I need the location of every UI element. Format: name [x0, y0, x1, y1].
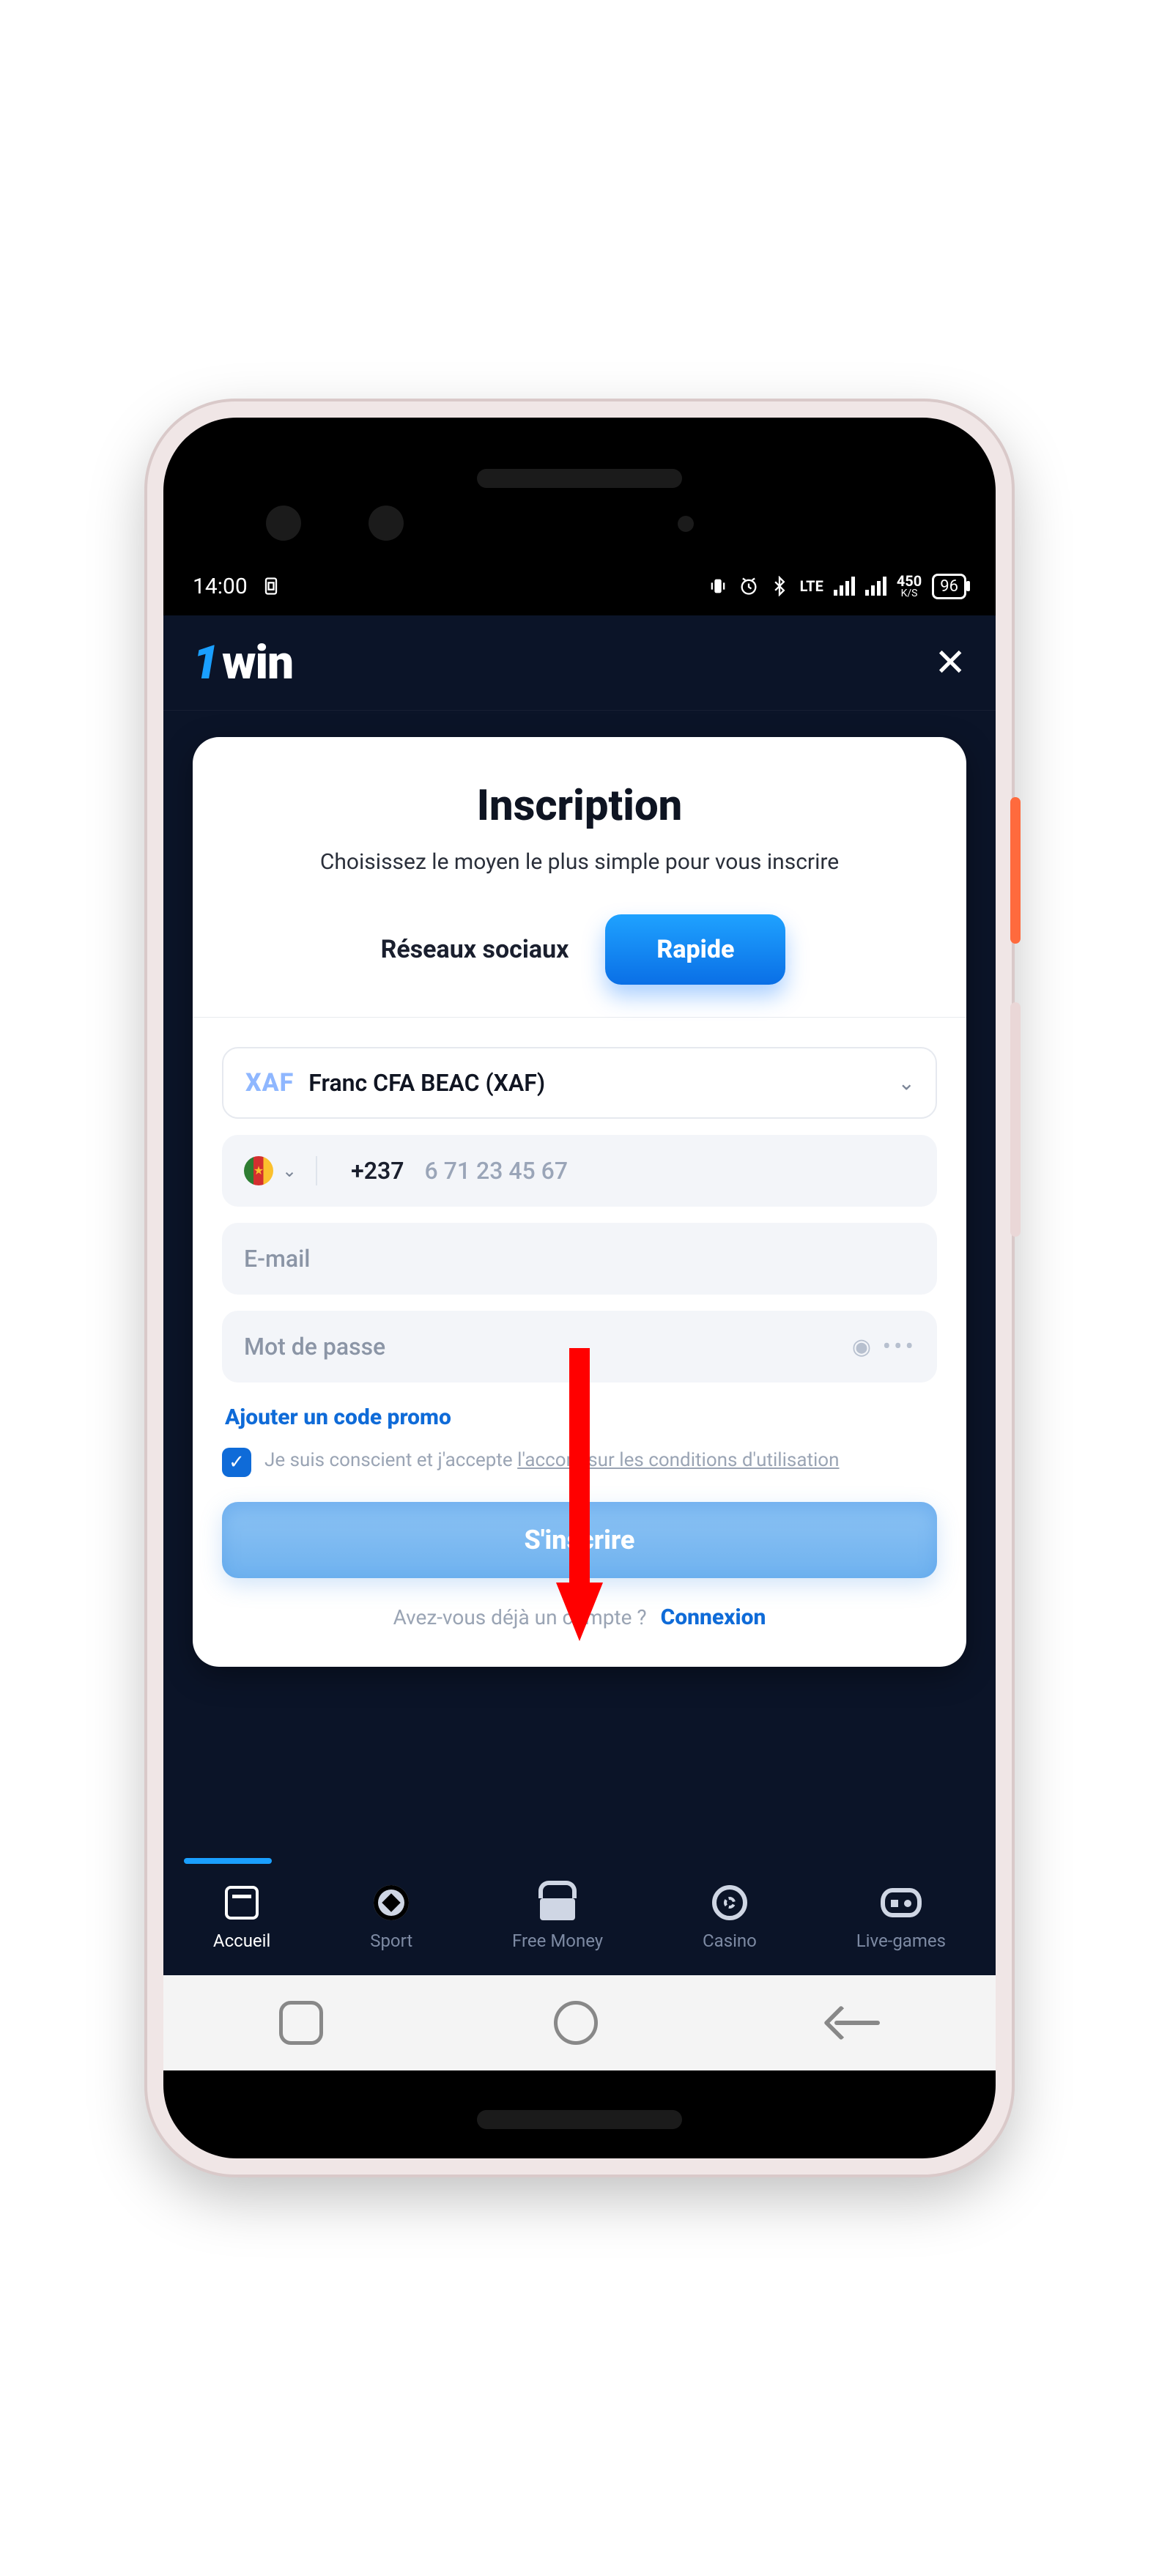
nav-home[interactable] [554, 2001, 598, 2045]
card-subtitle: Choisissez le moyen le plus simple pour … [222, 847, 937, 878]
tab-casino-label: Casino [703, 1931, 757, 1951]
speaker-top [477, 469, 682, 488]
tab-free-money[interactable]: Free Money [512, 1882, 603, 1951]
chip-icon [709, 1882, 750, 1923]
camera-left [266, 506, 301, 541]
close-icon[interactable]: ✕ [934, 644, 966, 682]
tab-home[interactable]: Accueil [213, 1882, 270, 1951]
lte-label: LTE [800, 577, 823, 595]
tab-free-label: Free Money [512, 1931, 603, 1951]
phone-frame: 14:00 [147, 401, 1012, 2175]
bottom-tabbar: Accueil Sport Free Money Casino [163, 1858, 996, 1975]
flag-icon [244, 1156, 273, 1185]
sensor-dot [678, 516, 694, 532]
signal-icon [834, 577, 855, 596]
phone-placeholder: 6 71 23 45 67 [425, 1157, 569, 1185]
tab-home-label: Accueil [213, 1931, 270, 1951]
logo-win: win [222, 635, 293, 690]
brand-logo[interactable]: 1win [193, 635, 293, 690]
nav-recent[interactable] [279, 2001, 323, 2045]
divider [193, 1017, 966, 1018]
currency-label: Franc CFA BEAC (XAF) [308, 1069, 545, 1097]
phone-field[interactable]: ⌄ +237 6 71 23 45 67 [222, 1135, 937, 1207]
home-icon [221, 1882, 262, 1923]
more-icon[interactable]: ••• [883, 1332, 917, 1361]
card-title: Inscription [222, 781, 937, 831]
logo-one: 1 [193, 635, 219, 690]
terms-row: ✓ Je suis conscient et j'accepte l'accor… [222, 1448, 937, 1477]
bluetooth-icon [769, 576, 790, 596]
login-link[interactable]: Connexion [661, 1605, 766, 1630]
sport-icon [371, 1882, 412, 1923]
eye-icon[interactable]: ◉ [852, 1334, 871, 1360]
gift-icon [537, 1882, 578, 1923]
submit-button[interactable]: S'inscrire [222, 1502, 937, 1578]
status-right: LTE 450 K/S 96 [708, 574, 966, 599]
canvas: 14:00 [0, 0, 1159, 2576]
status-bar: 14:00 [163, 557, 996, 615]
app-body: Inscription Choisissez le moyen le plus … [163, 711, 996, 1858]
sim-icon [261, 576, 281, 596]
status-time: 14:00 [193, 574, 248, 599]
camera-center [369, 506, 404, 541]
chevron-down-icon: ⌄ [282, 1161, 297, 1181]
phone-bezel: 14:00 [163, 418, 996, 2158]
login-row: Avez-vous déjà un compte ? Connexion [222, 1605, 937, 1630]
vibrate-icon [708, 576, 728, 596]
android-navbar [163, 1975, 996, 2070]
currency-select[interactable]: XAF Franc CFA BEAC (XAF) ⌄ [222, 1047, 937, 1119]
terms-link[interactable]: l'accord sur les conditions d'utilisatio… [517, 1449, 839, 1471]
signup-tabs: Réseaux sociaux Rapide [222, 914, 937, 985]
volume-button[interactable] [1010, 1002, 1021, 1237]
speaker-bottom [477, 2110, 682, 2129]
chevron-down-icon: ⌄ [898, 1071, 915, 1095]
status-left: 14:00 [193, 574, 281, 599]
tab-sport[interactable]: Sport [370, 1882, 412, 1951]
email-placeholder: E-mail [244, 1245, 310, 1273]
password-placeholder: Mot de passe [244, 1333, 385, 1361]
country-select[interactable]: ⌄ [244, 1156, 317, 1185]
tab-live-label: Live-games [856, 1931, 946, 1951]
already-text: Avez-vous déjà un compte ? [393, 1605, 647, 1629]
terms-prefix: Je suis conscient et j'accepte [264, 1449, 517, 1471]
tab-sport-label: Sport [370, 1931, 412, 1951]
signup-card: Inscription Choisissez le moyen le plus … [193, 737, 966, 1667]
net-speed: 450 K/S [897, 574, 922, 599]
tab-quick[interactable]: Rapide [605, 914, 785, 985]
terms-checkbox[interactable]: ✓ [222, 1448, 251, 1477]
nav-back[interactable] [829, 2005, 880, 2041]
screen: 14:00 [163, 557, 996, 2070]
email-field[interactable]: E-mail [222, 1223, 937, 1295]
phone-prefix: +237 [351, 1157, 404, 1185]
tab-live-games[interactable]: Live-games [856, 1882, 946, 1951]
terms-text: Je suis conscient et j'accepte l'accord … [264, 1448, 840, 1473]
promo-link[interactable]: Ajouter un code promo [225, 1404, 934, 1430]
tab-social[interactable]: Réseaux sociaux [374, 916, 577, 983]
battery-indicator: 96 [932, 574, 966, 599]
tab-casino[interactable]: Casino [703, 1882, 757, 1951]
power-button[interactable] [1010, 797, 1021, 944]
currency-code: XAF [245, 1068, 294, 1098]
alarm-icon [738, 576, 759, 596]
signal-icon-2 [865, 577, 886, 596]
app-header: 1win ✕ [163, 615, 996, 711]
password-field[interactable]: Mot de passe ◉ ••• [222, 1311, 937, 1383]
gamepad-icon [881, 1882, 922, 1923]
